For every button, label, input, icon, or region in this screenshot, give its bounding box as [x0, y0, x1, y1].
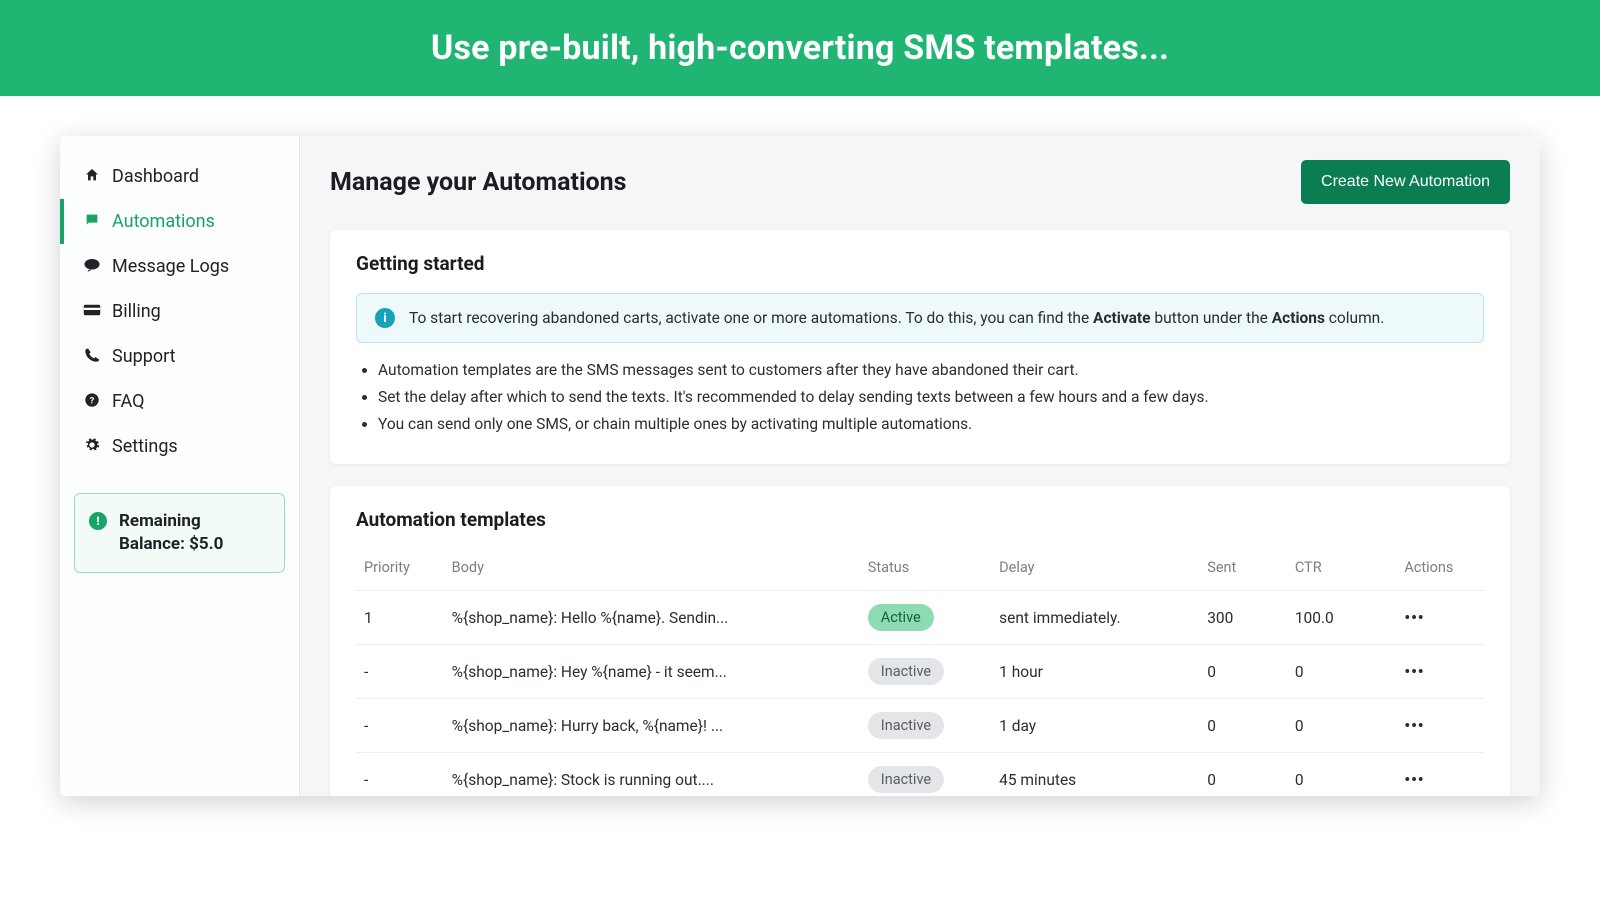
- row-actions-button[interactable]: •••: [1404, 663, 1424, 681]
- cell-actions: •••: [1396, 699, 1484, 753]
- cell-sent: 0: [1199, 699, 1287, 753]
- sidebar-item-label: Dashboard: [112, 166, 199, 187]
- gear-icon: [82, 437, 102, 457]
- sidebar: Dashboard Automations Message Logs Billi…: [60, 136, 300, 796]
- alert-icon: !: [89, 512, 107, 530]
- sidebar-item-billing[interactable]: Billing: [60, 289, 285, 334]
- cell-status: Inactive: [860, 753, 991, 797]
- main-content: Manage your Automations Create New Autom…: [300, 136, 1540, 796]
- cell-actions: •••: [1396, 591, 1484, 645]
- col-sent: Sent: [1199, 549, 1287, 591]
- status-badge: Active: [868, 604, 934, 631]
- cell-body: %{shop_name}: Hello %{name}. Sendin...: [444, 591, 860, 645]
- sidebar-item-dashboard[interactable]: Dashboard: [60, 154, 285, 199]
- sidebar-item-support[interactable]: Support: [60, 334, 285, 379]
- cell-priority: 1: [356, 591, 444, 645]
- card-icon: [82, 302, 102, 321]
- cell-actions: •••: [1396, 645, 1484, 699]
- cell-status: Active: [860, 591, 991, 645]
- sidebar-item-settings[interactable]: Settings: [60, 424, 285, 469]
- alert-text-part: column.: [1325, 309, 1384, 327]
- app-window: Dashboard Automations Message Logs Billi…: [60, 136, 1540, 796]
- info-alert: i To start recovering abandoned carts, a…: [356, 293, 1484, 343]
- sms-icon: [82, 257, 102, 276]
- sidebar-item-label: Settings: [112, 436, 178, 457]
- row-actions-button[interactable]: •••: [1404, 609, 1424, 627]
- cell-ctr: 0: [1287, 699, 1397, 753]
- tip-item: Automation templates are the SMS message…: [378, 361, 1484, 379]
- svg-text:?: ?: [90, 395, 95, 406]
- cell-sent: 0: [1199, 753, 1287, 797]
- cell-delay: 45 minutes: [991, 753, 1199, 797]
- row-actions-button[interactable]: •••: [1404, 771, 1424, 789]
- alert-bold: Actions: [1272, 309, 1325, 327]
- cell-sent: 300: [1199, 591, 1287, 645]
- cell-delay: 1 day: [991, 699, 1199, 753]
- getting-started-card: Getting started i To start recovering ab…: [330, 230, 1510, 464]
- table-row: 1%{shop_name}: Hello %{name}. Sendin... A…: [356, 591, 1484, 645]
- promo-banner: Use pre-built, high-converting SMS templ…: [0, 0, 1600, 96]
- sidebar-item-faq[interactable]: ? FAQ: [60, 379, 285, 424]
- status-badge: Inactive: [868, 766, 944, 793]
- cell-body: %{shop_name}: Stock is running out....: [444, 753, 860, 797]
- tip-item: Set the delay after which to send the te…: [378, 388, 1484, 406]
- cell-priority: -: [356, 699, 444, 753]
- balance-card: ! Remaining Balance: $5.0: [74, 493, 285, 573]
- tips-list: Automation templates are the SMS message…: [356, 361, 1484, 433]
- cell-ctr: 100.0: [1287, 591, 1397, 645]
- phone-icon: [82, 347, 102, 367]
- templates-table: Priority Body Status Delay Sent CTR Acti…: [356, 549, 1484, 796]
- sidebar-item-label: Automations: [112, 211, 215, 232]
- cell-actions: •••: [1396, 753, 1484, 797]
- sidebar-item-label: Support: [112, 346, 176, 367]
- templates-title: Automation templates: [356, 508, 1484, 531]
- create-automation-button[interactable]: Create New Automation: [1301, 160, 1510, 204]
- status-badge: Inactive: [868, 658, 944, 685]
- balance-label: Remaining Balance: $5.0: [119, 510, 270, 556]
- col-priority: Priority: [356, 549, 444, 591]
- cell-priority: -: [356, 645, 444, 699]
- table-row: -%{shop_name}: Hey %{name} - it seem... I…: [356, 645, 1484, 699]
- status-badge: Inactive: [868, 712, 944, 739]
- cell-ctr: 0: [1287, 645, 1397, 699]
- row-actions-button[interactable]: •••: [1404, 717, 1424, 735]
- col-status: Status: [860, 549, 991, 591]
- col-ctr: CTR: [1287, 549, 1397, 591]
- table-row: -%{shop_name}: Hurry back, %{name}! ... I…: [356, 699, 1484, 753]
- cell-sent: 0: [1199, 645, 1287, 699]
- alert-text-part: button under the: [1151, 309, 1272, 327]
- col-body: Body: [444, 549, 860, 591]
- templates-card: Automation templates Priority Body Statu…: [330, 486, 1510, 796]
- cell-body: %{shop_name}: Hey %{name} - it seem...: [444, 645, 860, 699]
- table-row: -%{shop_name}: Stock is running out.... I…: [356, 753, 1484, 797]
- cell-status: Inactive: [860, 699, 991, 753]
- cell-priority: -: [356, 753, 444, 797]
- cell-delay: sent immediately.: [991, 591, 1199, 645]
- alert-text: To start recovering abandoned carts, act…: [409, 309, 1384, 327]
- sidebar-item-label: Billing: [112, 301, 161, 322]
- chat-icon: [82, 212, 102, 232]
- cell-ctr: 0: [1287, 753, 1397, 797]
- cell-body: %{shop_name}: Hurry back, %{name}! ...: [444, 699, 860, 753]
- sidebar-item-automations[interactable]: Automations: [60, 199, 285, 244]
- col-delay: Delay: [991, 549, 1199, 591]
- cell-delay: 1 hour: [991, 645, 1199, 699]
- info-icon: i: [375, 308, 395, 328]
- alert-bold: Activate: [1093, 309, 1150, 327]
- home-icon: [82, 167, 102, 187]
- cell-status: Inactive: [860, 645, 991, 699]
- page-title: Manage your Automations: [330, 168, 627, 197]
- sidebar-item-message-logs[interactable]: Message Logs: [60, 244, 285, 289]
- getting-started-title: Getting started: [356, 252, 1484, 275]
- question-icon: ?: [82, 392, 102, 412]
- col-actions: Actions: [1396, 549, 1484, 591]
- alert-text-part: To start recovering abandoned carts, act…: [409, 309, 1093, 327]
- sidebar-item-label: Message Logs: [112, 256, 229, 277]
- tip-item: You can send only one SMS, or chain mult…: [378, 415, 1484, 433]
- sidebar-item-label: FAQ: [112, 391, 144, 412]
